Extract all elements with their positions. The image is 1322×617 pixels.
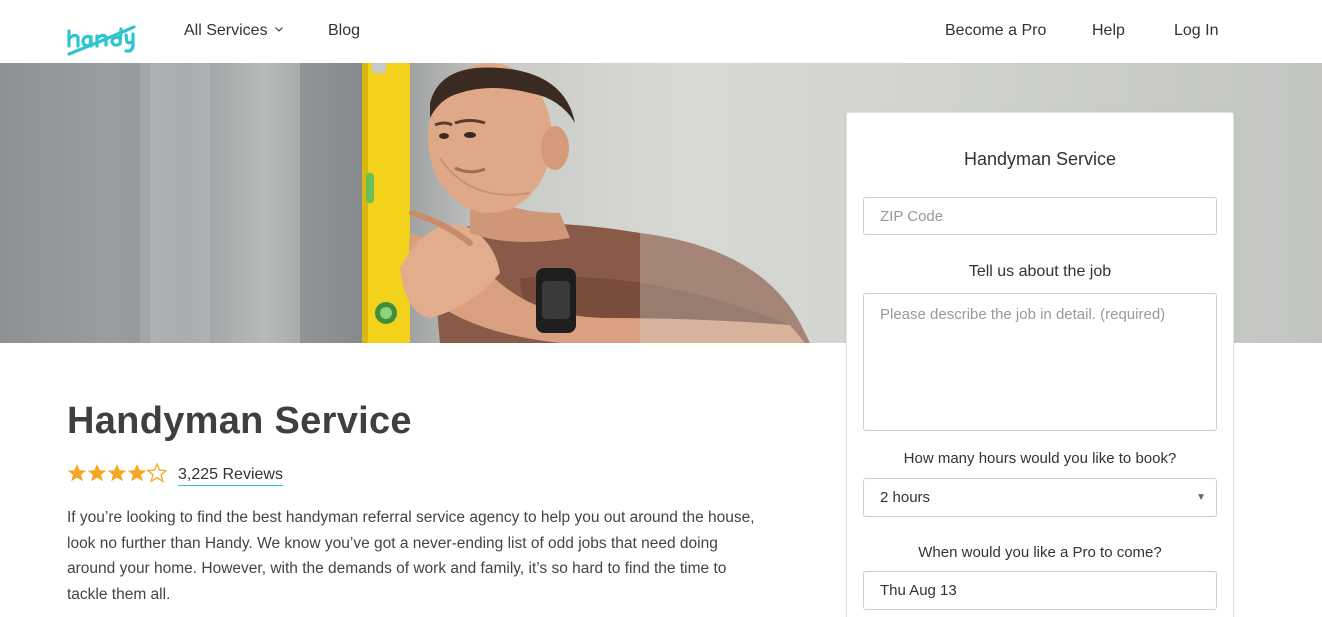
job-description-label: Tell us about the job	[968, 263, 1112, 280]
nav-all-services-label: All Services	[184, 22, 268, 39]
chevron-down-icon	[275, 27, 283, 32]
nav-log-in[interactable]: Log In	[1174, 21, 1218, 41]
hours-select[interactable]: 2 hours ▼	[863, 478, 1217, 517]
date-label: When would you like a Pro to come?	[918, 544, 1162, 561]
site-header: All Services Blog Become a Pro Help Log …	[0, 0, 1322, 63]
star-icon	[67, 464, 87, 482]
date-picker-input[interactable]: Thu Aug 13	[863, 571, 1217, 610]
nav-blog[interactable]: Blog	[328, 21, 360, 41]
star-icon	[107, 464, 127, 482]
hours-select-value: 2 hours	[880, 489, 931, 506]
reviews-link[interactable]: 3,225 Reviews	[178, 467, 283, 486]
zip-code-input[interactable]	[863, 197, 1217, 235]
service-description: If you’re looking to find the best handy…	[67, 509, 755, 603]
nav-all-services[interactable]: All Services	[184, 21, 283, 41]
nav-help[interactable]: Help	[1092, 21, 1125, 41]
hours-label: How many hours would you like to book?	[903, 450, 1177, 467]
booking-card-title: Handyman Service	[963, 149, 1117, 169]
star-icon	[127, 464, 147, 482]
booking-card: Handyman Service Tell us about the job H…	[846, 112, 1234, 617]
star-half-icon	[147, 463, 167, 482]
job-description-textarea[interactable]	[863, 293, 1217, 431]
nav-become-a-pro[interactable]: Become a Pro	[945, 21, 1046, 41]
star-icon	[87, 464, 107, 482]
caret-down-icon: ▼	[1196, 492, 1206, 503]
star-rating	[67, 463, 167, 482]
handy-logo[interactable]	[66, 11, 138, 59]
page-title: Handyman Service	[67, 400, 412, 442]
date-picker-value: Thu Aug 13	[880, 582, 957, 599]
